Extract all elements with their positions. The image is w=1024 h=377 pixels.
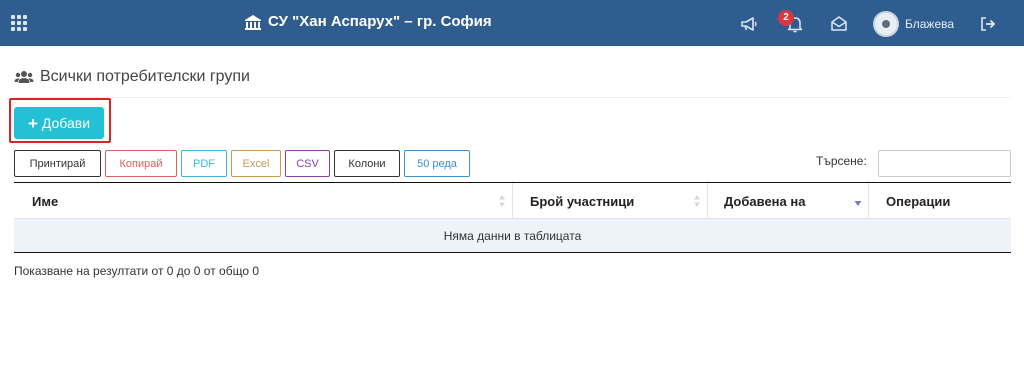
- excel-button[interactable]: Excel: [231, 150, 281, 177]
- copy-button[interactable]: Копирай: [105, 150, 177, 177]
- user-avatar[interactable]: [873, 11, 899, 37]
- pagination-info: Показване на резултати от 0 до 0 от общо…: [14, 264, 260, 278]
- column-header-added-on[interactable]: Добавена на: [724, 183, 805, 219]
- plus-icon: +: [27, 113, 38, 133]
- columns-button[interactable]: Колони: [334, 150, 400, 177]
- add-button[interactable]: + Добави: [14, 107, 104, 139]
- column-divider: [512, 183, 513, 219]
- sort-icon[interactable]: [498, 194, 506, 208]
- column-header-name[interactable]: Име: [32, 183, 58, 219]
- print-button[interactable]: Принтирай: [14, 150, 101, 177]
- envelope-open-icon[interactable]: [829, 14, 849, 34]
- column-divider: [868, 183, 869, 219]
- empty-table-row: Няма данни в таблицата: [14, 219, 1011, 252]
- heading-divider: [14, 97, 1011, 98]
- school-name: СУ "Хан Аспарух" – гр. София: [268, 13, 492, 30]
- pdf-button[interactable]: PDF: [181, 150, 227, 177]
- column-header-operations: Операции: [886, 193, 951, 209]
- page-title: Всички потребителски групи: [40, 68, 250, 85]
- sort-icon[interactable]: [693, 194, 701, 208]
- table-bottom-border: [14, 252, 1011, 253]
- apps-menu-icon[interactable]: [11, 15, 27, 31]
- school-building-icon: [245, 14, 261, 30]
- school-title[interactable]: СУ "Хан Аспарух" – гр. София: [244, 13, 492, 30]
- username[interactable]: Блажева: [905, 17, 954, 31]
- sort-descending-icon[interactable]: [854, 194, 862, 208]
- page-size-button[interactable]: 50 реда: [404, 150, 470, 177]
- search-label: Търсене:: [816, 154, 867, 168]
- column-divider: [707, 183, 708, 219]
- notification-count-badge: 2: [778, 10, 794, 26]
- search-input[interactable]: [878, 150, 1011, 177]
- add-button-label: Добави: [41, 115, 91, 131]
- megaphone-icon[interactable]: [739, 14, 759, 34]
- users-group-icon: [14, 71, 34, 83]
- column-header-participants[interactable]: Брой участници: [530, 183, 634, 219]
- page-heading: Всички потребителски групи: [14, 68, 250, 86]
- logout-icon[interactable]: [978, 14, 998, 34]
- top-navbar: СУ "Хан Аспарух" – гр. София 2 Блажева: [0, 0, 1024, 46]
- csv-button[interactable]: CSV: [285, 150, 330, 177]
